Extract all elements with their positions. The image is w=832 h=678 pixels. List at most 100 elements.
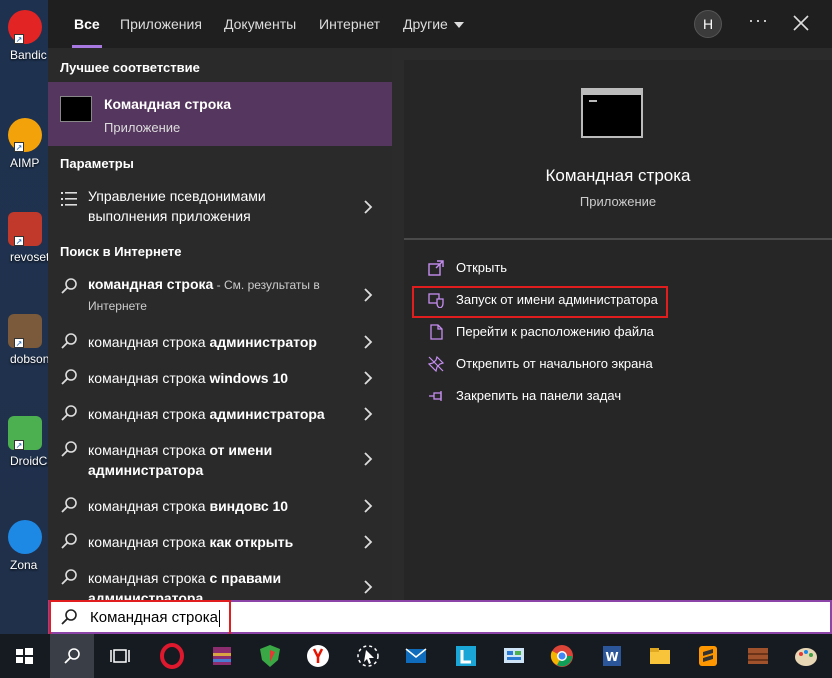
word-icon[interactable]: W [596,640,628,672]
desktop-icon-zona[interactable]: Zona [6,520,48,600]
desktop-icon-label: dobson [10,352,48,366]
tab-all[interactable]: Все [72,0,102,48]
action-label: Закрепить на панели задач [456,388,622,403]
search-icon [61,333,77,349]
web-result-label: командная строка с правами администратор… [88,568,308,600]
search-icon [61,405,77,421]
web-result-label: командная строка как открыть [88,532,348,552]
action-label: Перейти к расположению файла [456,324,654,339]
tab-apps[interactable]: Приложения [120,0,202,48]
desktop-icon-label: Zona [10,558,38,572]
web-result-item[interactable]: командная строка от имени администратора [48,438,392,482]
shortcut-arrow-icon: ↗ [14,34,24,44]
tab-documents[interactable]: Документы [224,0,296,48]
settings-line-1: Управление псевдонимами [88,188,266,204]
shortcut-arrow-icon: ↗ [14,338,24,348]
best-match-heading: Лучшее соответствие [60,60,200,75]
control-panel-icon[interactable] [498,640,530,672]
desktop-icon-droidcam[interactable]: ↗ DroidCa [6,416,48,496]
web-result-term: командная строка [88,570,210,586]
annotation-highlight-box [412,286,668,318]
caret-down-icon [453,22,464,29]
desktop-icon-revo[interactable]: ↗ revosetu [6,212,48,292]
desktop-icon-aimp[interactable]: ↗ AIMP [6,118,48,198]
best-match-item[interactable]: Командная строка Приложение [48,82,392,146]
search-icon [64,648,80,664]
paint-icon[interactable] [790,640,822,672]
search-icon [61,369,77,385]
search-icon [61,278,77,294]
web-result-label: командная строка администратор [88,332,348,352]
archive-icon[interactable] [742,640,774,672]
tab-internet[interactable]: Интернет [319,0,380,48]
more-options-button[interactable]: ··· [748,10,769,31]
taskbar-search-button[interactable] [50,634,94,678]
web-result-label: командная строка администратора [88,404,348,424]
settings-item-label: Управление псевдонимами выполнения прилож… [88,186,348,226]
web-result-bold: как открыть [209,534,294,550]
preview-title: Командная строка [545,166,691,185]
tab-other-label: Другие [403,16,448,32]
settings-item-app-aliases[interactable]: Управление псевдонимами выполнения прилож… [48,186,392,230]
settings-heading: Параметры [60,156,134,171]
chevron-right-icon[interactable] [362,535,374,549]
filter-tabs-bar: Все Приложения Документы Интернет Другие… [48,0,832,48]
desktop-icon-bandicam[interactable]: ↗ Bandic [6,10,48,90]
settings-line-2: выполнения приложения [88,208,251,224]
web-search-heading: Поиск в Интернете [60,244,182,259]
app-preview-pane: Командная строка Приложение Открыть Запу… [404,60,832,600]
desktop: ↗ Bandic ↗ AIMP ↗ revosetu ↗ dobson ↗ Dr… [0,0,48,634]
mail-icon[interactable] [400,640,432,672]
web-result-item[interactable]: командная строка администратора [48,402,392,426]
sublime-text-icon[interactable] [692,640,724,672]
task-view-icon[interactable] [104,640,136,672]
taskbar: W [0,634,832,678]
tab-other[interactable]: Другие [403,0,464,48]
zona-icon [8,520,42,554]
results-list: Лучшее соответствие Командная строка При… [48,48,392,600]
web-result-term: командная строка [88,534,210,550]
divider [404,238,832,240]
web-result-item[interactable]: командная строка виндовс 10 [48,494,392,518]
desktop-icon-label: Bandic [10,48,47,62]
winrar-icon[interactable] [206,640,238,672]
chevron-right-icon[interactable] [362,499,374,513]
annotation-highlight-box [49,600,231,636]
web-result-item[interactable]: командная строка администратор [48,330,392,354]
chevron-right-icon[interactable] [362,580,374,594]
opera-icon[interactable] [156,640,188,672]
web-result-item[interactable]: командная строка как открыть [48,530,392,554]
chevron-right-icon[interactable] [362,288,374,302]
web-result-term: командная строка [88,442,210,458]
chevron-right-icon[interactable] [362,200,374,214]
screenshot-tool-icon[interactable] [352,640,384,672]
desktop-icon-dobson[interactable]: ↗ dobson [6,314,48,394]
yandex-browser-icon[interactable] [302,640,334,672]
web-result-item[interactable]: командная строка с правами администратор… [48,566,392,600]
file-explorer-icon[interactable] [644,640,676,672]
web-result-label: командная строка виндовс 10 [88,496,348,516]
web-result-term: командная строка [88,406,210,422]
chevron-right-icon[interactable] [362,371,374,385]
vpn-shield-icon[interactable] [254,640,286,672]
command-prompt-icon [60,96,92,122]
unpin-icon [428,356,444,372]
pin-icon [429,391,442,401]
search-icon [61,441,77,457]
shortcut-arrow-icon: ↗ [14,142,24,152]
command-prompt-icon [581,88,643,138]
chrome-icon[interactable] [546,640,578,672]
l-app-icon[interactable] [450,640,482,672]
web-result-item[interactable]: командная строка - См. результаты в Инте… [48,274,392,318]
user-avatar[interactable]: H [694,10,722,38]
windows-start-icon[interactable] [8,640,40,672]
web-result-label: командная строка - См. результаты в Инте… [88,274,348,316]
chevron-right-icon[interactable] [362,335,374,349]
chevron-right-icon[interactable] [362,452,374,466]
svg-text:W: W [605,650,618,664]
action-label: Открепить от начального экрана [456,356,653,371]
desktop-icon-label: DroidCa [10,454,48,468]
web-result-item[interactable]: командная строка windows 10 [48,366,392,390]
chevron-right-icon[interactable] [362,407,374,421]
close-icon[interactable] [790,12,812,34]
